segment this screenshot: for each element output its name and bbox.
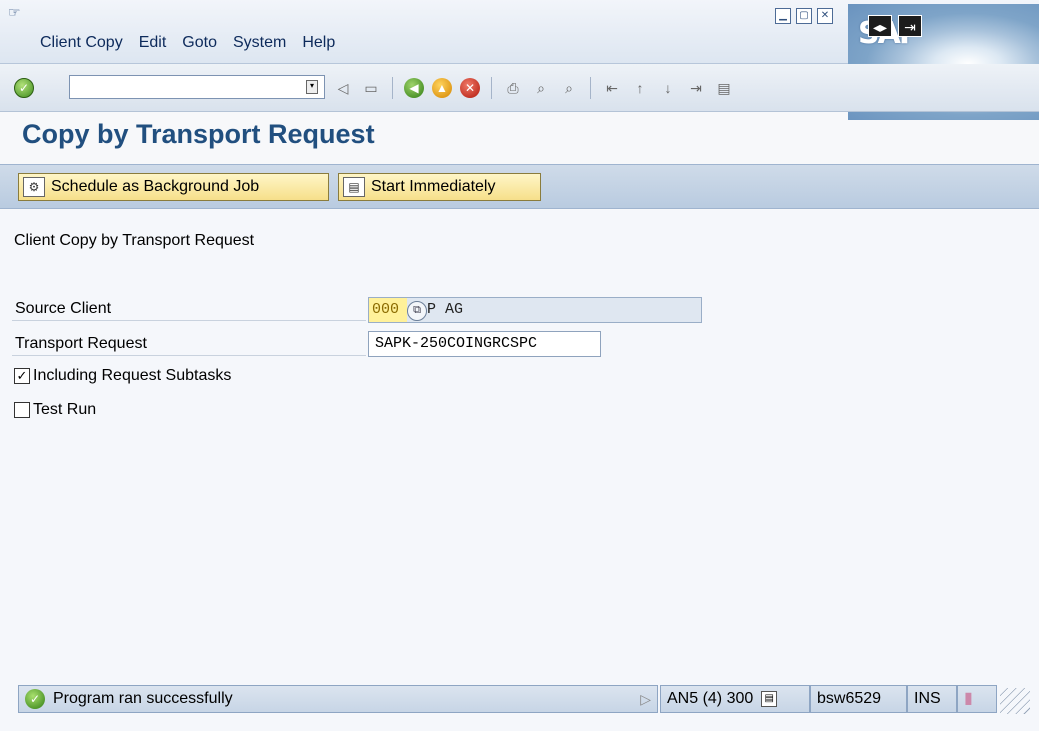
command-history-icon[interactable]: ▾ (306, 80, 318, 94)
exit-icon[interactable]: ▲ (432, 78, 452, 98)
source-client-field: 000 ⧉ P AG (368, 297, 702, 323)
status-bar: ✓ Program ran successfully ▷ AN5 (4) 300… (0, 680, 1039, 731)
find-next-icon[interactable]: ⌕ (559, 78, 579, 98)
back-icon[interactable]: ◁ (333, 78, 353, 98)
system-info-icon[interactable]: ▤ (761, 691, 778, 707)
transport-request-input[interactable]: SAPK-250COINGRCSPC (368, 331, 601, 357)
background-job-icon: ⚙ (23, 177, 45, 197)
insert-mode[interactable]: INS (907, 685, 957, 713)
test-run-label: Test Run (33, 401, 97, 418)
first-page-icon[interactable]: ⇤ (602, 78, 622, 98)
resize-grip[interactable] (1000, 688, 1030, 714)
transport-request-row: Transport Request (12, 332, 366, 356)
system-info[interactable]: AN5 (4) 300 ▤ (660, 685, 810, 713)
green-back-icon[interactable]: ◀ (404, 78, 424, 98)
layout-icon[interactable]: ▤ (714, 78, 734, 98)
separator (491, 77, 492, 99)
separator (392, 77, 393, 99)
cancel-icon[interactable]: ✕ (460, 78, 480, 98)
menu-edit[interactable]: Edit (139, 34, 167, 52)
schedule-background-job-button[interactable]: ⚙ Schedule as Background Job (18, 173, 329, 201)
system-id: AN5 (4) 300 (667, 690, 754, 707)
schedule-label: Schedule as Background Job (51, 178, 260, 195)
source-client-input[interactable]: 000 (369, 298, 407, 322)
enter-icon[interactable]: ✓ (14, 78, 34, 98)
standard-toolbar: ✓ ▾ ◁ ▭ ◀ ▲ ✕ ⎙ ⌕ ⌕ ⇤ ↑ ↓ ⇥ ▤ (0, 64, 1039, 112)
server-name: bsw6529 (810, 685, 907, 713)
source-client-row: Source Client (12, 297, 366, 321)
last-page-icon[interactable]: ⇥ (686, 78, 706, 98)
lock-icon: ▮ (957, 685, 997, 713)
value-help-icon[interactable]: ⧉ (407, 301, 427, 321)
save-icon[interactable]: ▭ (361, 78, 381, 98)
including-subtasks-checkbox[interactable]: ✓ (14, 368, 30, 384)
status-message: Program ran successfully (53, 690, 233, 707)
source-client-label: Source Client (12, 297, 366, 321)
minimize-icon[interactable]: ▁ (775, 8, 791, 24)
transport-request-label: Transport Request (12, 332, 366, 356)
find-icon[interactable]: ⌕ (531, 78, 551, 98)
window-buttons: ▁ ▢ ✕ (775, 8, 833, 24)
prev-page-icon[interactable]: ↑ (630, 78, 650, 98)
frame-label: Client Copy by Transport Request (14, 232, 255, 249)
command-field[interactable]: ▾ (69, 75, 325, 99)
menu-items: Client Copy Edit Goto System Help (40, 34, 335, 52)
start-immediately-button[interactable]: ▤ Start Immediately (338, 173, 541, 201)
new-session-icon[interactable]: ⇥ (898, 15, 922, 37)
including-subtasks-row[interactable]: ✓ Including Request Subtasks (14, 367, 231, 385)
menu-client-copy[interactable]: Client Copy (40, 34, 123, 52)
system-menu-icon[interactable]: ☞ (8, 4, 26, 20)
page-title: Copy by Transport Request (22, 119, 375, 149)
start-label: Start Immediately (371, 178, 496, 195)
command-input[interactable] (70, 76, 290, 98)
menu-system[interactable]: System (233, 34, 286, 52)
test-run-checkbox[interactable] (14, 402, 30, 418)
status-message-area[interactable]: ✓ Program ran successfully ▷ (18, 685, 658, 713)
switch-session-icon[interactable]: ◂▸ (868, 15, 892, 37)
next-page-icon[interactable]: ↓ (658, 78, 678, 98)
application-toolbar: ⚙ Schedule as Background Job ▤ Start Imm… (0, 164, 1039, 209)
execute-icon: ▤ (343, 177, 365, 197)
maximize-icon[interactable]: ▢ (796, 8, 812, 24)
source-client-name: P AG (427, 301, 464, 318)
test-run-row[interactable]: Test Run (14, 401, 96, 419)
toolbar-icons: ◁ ▭ ◀ ▲ ✕ ⎙ ⌕ ⌕ ⇤ ↑ ↓ ⇥ ▤ (333, 77, 734, 99)
menu-goto[interactable]: Goto (182, 34, 217, 52)
menu-help[interactable]: Help (302, 34, 335, 52)
close-icon[interactable]: ✕ (817, 8, 833, 24)
success-icon: ✓ (25, 689, 45, 709)
main-content: Client Copy by Transport Request Source … (0, 210, 1039, 680)
session-nav: ◂▸ ⇥ (868, 15, 922, 37)
expand-status-icon[interactable]: ▷ (640, 691, 651, 708)
separator (590, 77, 591, 99)
print-icon[interactable]: ⎙ (503, 78, 523, 98)
including-subtasks-label: Including Request Subtasks (33, 367, 232, 384)
